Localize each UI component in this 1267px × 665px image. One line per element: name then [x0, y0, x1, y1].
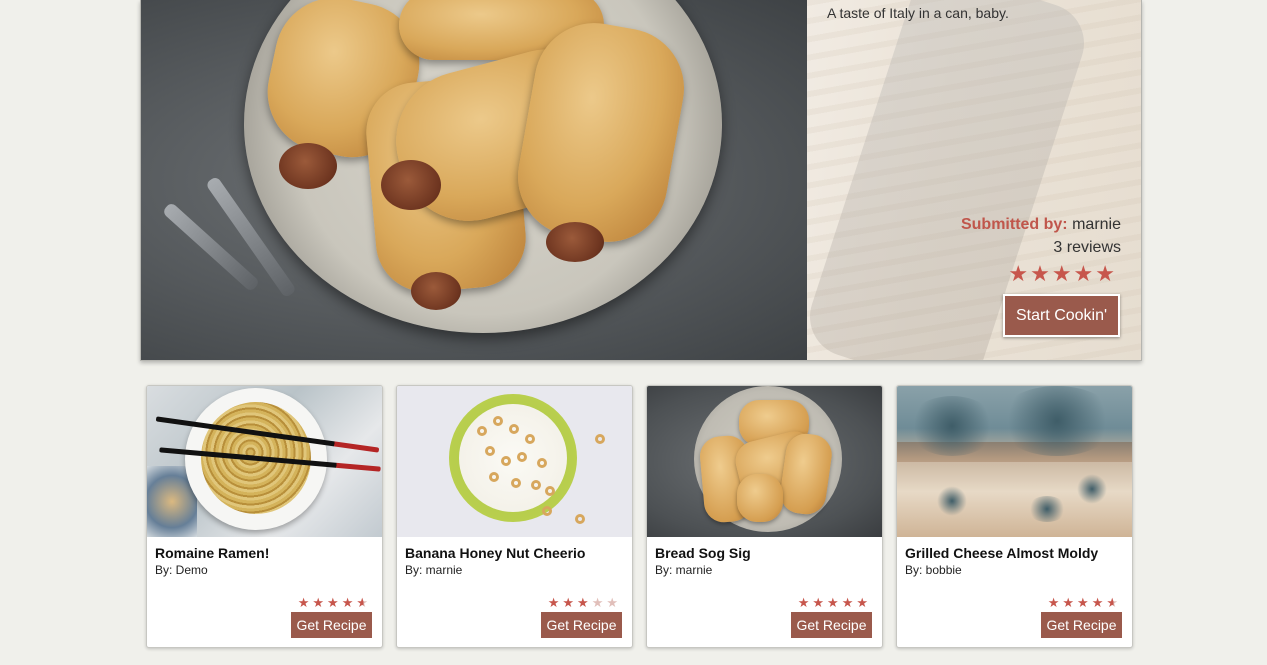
star-icon: ★ — [812, 595, 828, 610]
recipe-card-image — [147, 386, 382, 537]
star-icon: ★ — [797, 595, 813, 610]
start-cookin-button[interactable]: Start Cookin' — [1003, 294, 1120, 337]
recipe-meta: Submitted by: marnie 3 reviews — [961, 213, 1121, 259]
get-recipe-button[interactable]: Get Recipe — [791, 612, 872, 638]
recipe-card-author: By: marnie — [405, 563, 463, 577]
star-rating: ★★★★★ — [1048, 595, 1121, 611]
recipe-description: A taste of Italy in a can, baby. — [827, 5, 1009, 21]
recipe-card-title[interactable]: Bread Sog Sig — [655, 545, 751, 561]
star-icon: ★ — [1047, 595, 1063, 610]
star-icon: ★ — [297, 595, 313, 610]
recipe-card-author: By: marnie — [655, 563, 713, 577]
star-icon: ★ — [577, 595, 592, 610]
star-icon: ★ — [827, 595, 842, 610]
submitted-by-label: Submitted by: — [960, 216, 1068, 233]
star-icon: ★ — [341, 595, 357, 610]
star-icon: ★ — [327, 595, 342, 610]
recipe-card-title[interactable]: Grilled Cheese Almost Moldy — [905, 545, 1098, 561]
star-icon: ★ — [1106, 595, 1121, 610]
star-icon: ★ — [591, 595, 607, 610]
star-icon: ★ — [312, 595, 328, 610]
recipe-card-image — [397, 386, 632, 537]
recipe-card-image — [897, 386, 1132, 537]
get-recipe-button[interactable]: Get Recipe — [291, 612, 372, 638]
star-icon: ★ — [606, 595, 621, 610]
get-recipe-button[interactable]: Get Recipe — [541, 612, 622, 638]
star-icon: ★ — [356, 595, 371, 610]
submitted-by-user: marnie — [1072, 216, 1121, 233]
star-rating: ★★★★★ — [1008, 261, 1117, 286]
review-count: 3 reviews — [1053, 239, 1121, 256]
recipe-card[interactable]: Bread Sog Sig By: marnie ★★★★★ Get Recip… — [646, 385, 883, 648]
featured-recipe-image — [141, 0, 807, 360]
star-rating: ★★★★★ — [298, 595, 371, 611]
recipe-card-title[interactable]: Banana Honey Nut Cheerio — [405, 545, 585, 561]
recipe-card[interactable]: Banana Honey Nut Cheerio By: marnie ★★★★… — [396, 385, 633, 648]
star-icon: ★ — [547, 595, 563, 610]
recipe-card-author: By: bobbie — [905, 563, 962, 577]
star-icon: ★ — [841, 595, 857, 610]
recipe-card-author: By: Demo — [155, 563, 208, 577]
recipe-card-image — [647, 386, 882, 537]
star-icon: ★ — [856, 595, 871, 610]
star-icon: ★ — [1091, 595, 1107, 610]
recipe-card-title[interactable]: Romaine Ramen! — [155, 545, 269, 561]
star-rating: ★★★★★ — [548, 595, 621, 611]
featured-recipe-details: A taste of Italy in a can, baby. Submitt… — [799, 0, 1141, 360]
star-icon: ★ — [1062, 595, 1078, 610]
featured-recipe-hero: A taste of Italy in a can, baby. Submitt… — [140, 0, 1142, 361]
get-recipe-button[interactable]: Get Recipe — [1041, 612, 1122, 638]
star-icon: ★ — [1077, 595, 1092, 610]
recipe-card[interactable]: Romaine Ramen! By: Demo ★★★★★ Get Recipe — [146, 385, 383, 648]
star-icon: ★ — [562, 595, 578, 610]
star-rating: ★★★★★ — [798, 595, 871, 611]
recipe-card[interactable]: Grilled Cheese Almost Moldy By: bobbie ★… — [896, 385, 1133, 648]
